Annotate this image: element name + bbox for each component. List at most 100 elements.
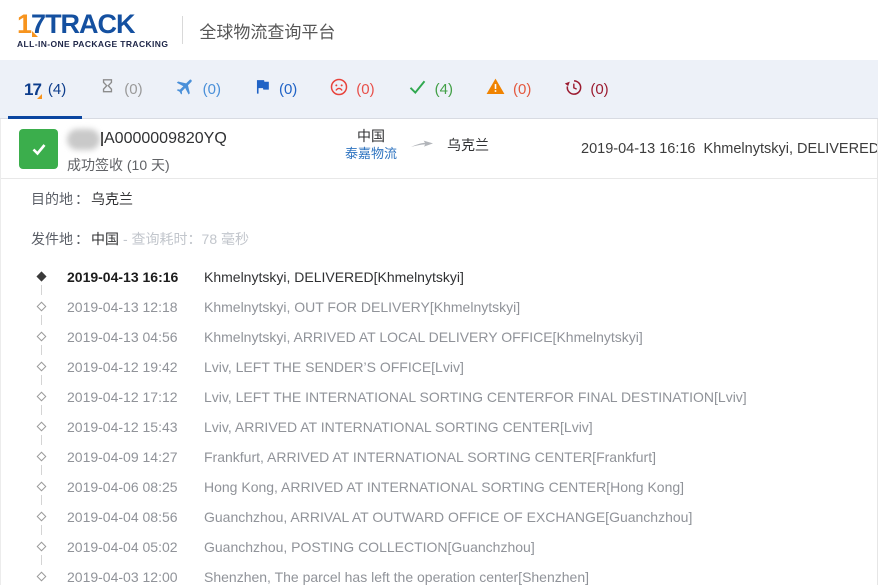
timeline-event: 2019-04-12 19:42 Lviv, LEFT THE SENDER’S … xyxy=(1,352,877,382)
logo-track-text: TRACK xyxy=(45,9,135,39)
timeline-marker-icon xyxy=(37,482,47,492)
timeline-marker-icon xyxy=(37,392,47,402)
tab-undelivered-count: (0) xyxy=(356,81,374,98)
shipment-status-summary: 成功签收 (10 天) xyxy=(67,155,227,175)
tab-pick-up-count: (0) xyxy=(279,81,297,98)
timeline-event: 2019-04-12 15:43 Lviv, ARRIVED AT INTERNA… xyxy=(1,412,877,442)
tab-undelivered[interactable]: (0) xyxy=(313,60,390,118)
warning-icon xyxy=(485,76,506,102)
seventeen-icon: 17 xyxy=(24,81,41,98)
tab-all-count: (4) xyxy=(48,81,66,98)
timeline-event: 2019-04-13 04:56 Khmelnytskyi, ARRIVED AT… xyxy=(1,322,877,352)
event-description: Lviv, LEFT THE INTERNATIONAL SORTING CEN… xyxy=(204,382,747,412)
origin-info-row: 发件地 ： 中国 - 查询耗时：78 毫秒 xyxy=(1,219,877,259)
timeline-event: 2019-04-13 16:16 Khmelnytskyi, DELIVERED[… xyxy=(1,262,877,292)
logo-digit-seven: 7 xyxy=(31,9,45,39)
event-date: 2019-04-12 19:42 xyxy=(67,352,178,382)
blurred-letter-sliver xyxy=(101,132,103,146)
check-icon xyxy=(407,76,428,102)
timeline-marker-icon xyxy=(37,542,47,552)
event-date: 2019-04-04 08:56 xyxy=(67,502,178,532)
tracking-number[interactable]: A0000009820YQ xyxy=(104,130,227,148)
timeline-marker-icon xyxy=(37,452,47,462)
timeline-event: 2019-04-09 14:27 Frankfurt, ARRIVED AT IN… xyxy=(1,442,877,472)
shipment-row[interactable]: A0000009820YQ 成功签收 (10 天) 中国 泰嘉物流 乌克兰 20… xyxy=(1,119,877,179)
latest-event-text: 2019-04-13 16:16 Khmelnytskyi, DELIVERED… xyxy=(581,141,877,157)
shipment-route: 中国 泰嘉物流 乌克兰 xyxy=(345,128,489,162)
destination-label: 目的地 xyxy=(31,189,73,209)
origin-country: 中国 xyxy=(345,128,397,146)
destination-value: 乌克兰 xyxy=(91,189,133,209)
event-description: Khmelnytskyi, OUT FOR DELIVERY[Khmelnyts… xyxy=(204,292,520,322)
logo-orange-corner xyxy=(32,31,38,37)
origin-value: 中国 xyxy=(91,229,119,249)
tab-alert[interactable]: (0) xyxy=(469,60,547,118)
query-time-note: - 查询耗时：78 毫秒 xyxy=(123,229,249,249)
history-icon xyxy=(563,77,583,102)
event-date: 2019-04-12 17:12 xyxy=(67,382,178,412)
status-tab-bar: 17 (4) (0) (0) (0) (0) xyxy=(0,60,878,119)
event-date: 2019-04-04 05:02 xyxy=(67,532,178,562)
tab-expired-count: (0) xyxy=(590,81,608,98)
page-title: 全球物流查询平台 xyxy=(199,18,335,43)
timeline-event: 2019-04-13 12:18 Khmelnytskyi, OUT FOR DE… xyxy=(1,292,877,322)
header-divider xyxy=(182,16,183,44)
timeline-marker-icon xyxy=(37,272,47,282)
tab-expired[interactable]: (0) xyxy=(547,60,624,118)
event-date: 2019-04-12 15:43 xyxy=(67,412,178,442)
logo-wordmark: 17TRACK xyxy=(17,11,168,38)
delivered-check-icon xyxy=(19,129,58,169)
tab-in-transit-count: (0) xyxy=(203,81,221,98)
timeline-event: 2019-04-03 12:00 Shenzhen, The parcel has… xyxy=(1,562,877,585)
airplane-icon xyxy=(175,76,196,102)
timeline-marker-icon xyxy=(37,302,47,312)
timeline-marker-icon xyxy=(37,512,47,522)
origin-label: 发件地 xyxy=(31,229,73,249)
sad-face-icon xyxy=(329,77,349,102)
timeline-event: 2019-04-04 05:02 Guanchzhou, POSTING COLL… xyxy=(1,532,877,562)
seventeen-track-logo[interactable]: 17TRACK ALL-IN-ONE PACKAGE TRACKING xyxy=(17,11,168,49)
event-description: Guanchzhou, POSTING COLLECTION[Guanchzho… xyxy=(204,532,535,562)
tab-delivered[interactable]: (4) xyxy=(391,60,469,118)
timeline-marker-icon xyxy=(37,332,47,342)
timeline-event: 2019-04-06 08:25 Hong Kong, ARRIVED AT IN… xyxy=(1,472,877,502)
flag-icon xyxy=(253,77,272,101)
event-date: 2019-04-09 14:27 xyxy=(67,442,178,472)
tab-alert-count: (0) xyxy=(513,81,531,98)
timeline-event: 2019-04-04 08:56 Guanchzhou, ARRIVAL AT O… xyxy=(1,502,877,532)
tracking-page: 17TRACK ALL-IN-ONE PACKAGE TRACKING 全球物流… xyxy=(0,0,878,586)
timeline-marker-icon xyxy=(37,362,47,372)
event-description: Shenzhen, The parcel has left the operat… xyxy=(204,562,589,585)
tab-not-found-count: (0) xyxy=(124,81,142,98)
timeline-marker-icon xyxy=(37,422,47,432)
logo-digit-one: 1 xyxy=(17,9,31,39)
event-date: 2019-04-13 16:16 xyxy=(67,262,178,292)
event-description: Khmelnytskyi, ARRIVED AT LOCAL DELIVERY … xyxy=(204,322,643,352)
tab-delivered-count: (4) xyxy=(435,81,453,98)
tracking-number-block: A0000009820YQ 成功签收 (10 天) xyxy=(67,127,227,175)
blurred-tracking-prefix xyxy=(67,129,100,150)
event-date: 2019-04-13 04:56 xyxy=(67,322,178,352)
destination-country: 乌克兰 xyxy=(447,135,489,155)
event-date: 2019-04-13 12:18 xyxy=(67,292,178,322)
event-date: 2019-04-03 12:00 xyxy=(67,562,178,585)
logo-tagline: ALL-IN-ONE PACKAGE TRACKING xyxy=(17,40,168,49)
tab-all[interactable]: 17 (4) xyxy=(8,60,82,118)
tab-pick-up[interactable]: (0) xyxy=(237,60,313,118)
event-description: Khmelnytskyi, DELIVERED[Khmelnytskyi] xyxy=(204,262,464,292)
hourglass-icon xyxy=(98,77,117,101)
event-description: Lviv, ARRIVED AT INTERNATIONAL SORTING C… xyxy=(204,412,593,442)
event-description: Lviv, LEFT THE SENDER’S OFFICE[Lviv] xyxy=(204,352,464,382)
tab-in-transit[interactable]: (0) xyxy=(159,60,237,118)
results-panel: A0000009820YQ 成功签收 (10 天) 中国 泰嘉物流 乌克兰 20… xyxy=(0,119,878,585)
carrier-link[interactable]: 泰嘉物流 xyxy=(345,146,397,162)
destination-info-row: 目的地 ： 乌克兰 xyxy=(1,179,877,219)
event-date: 2019-04-06 08:25 xyxy=(67,472,178,502)
event-description: Guanchzhou, ARRIVAL AT OUTWARD OFFICE OF… xyxy=(204,502,692,532)
timeline-event: 2019-04-12 17:12 Lviv, LEFT THE INTERNATI… xyxy=(1,382,877,412)
event-description: Frankfurt, ARRIVED AT INTERNATIONAL SORT… xyxy=(204,442,656,472)
route-plane-arrow-icon xyxy=(410,136,434,154)
header: 17TRACK ALL-IN-ONE PACKAGE TRACKING 全球物流… xyxy=(0,0,878,60)
event-description: Hong Kong, ARRIVED AT INTERNATIONAL SORT… xyxy=(204,472,684,502)
tab-not-found[interactable]: (0) xyxy=(82,60,158,118)
